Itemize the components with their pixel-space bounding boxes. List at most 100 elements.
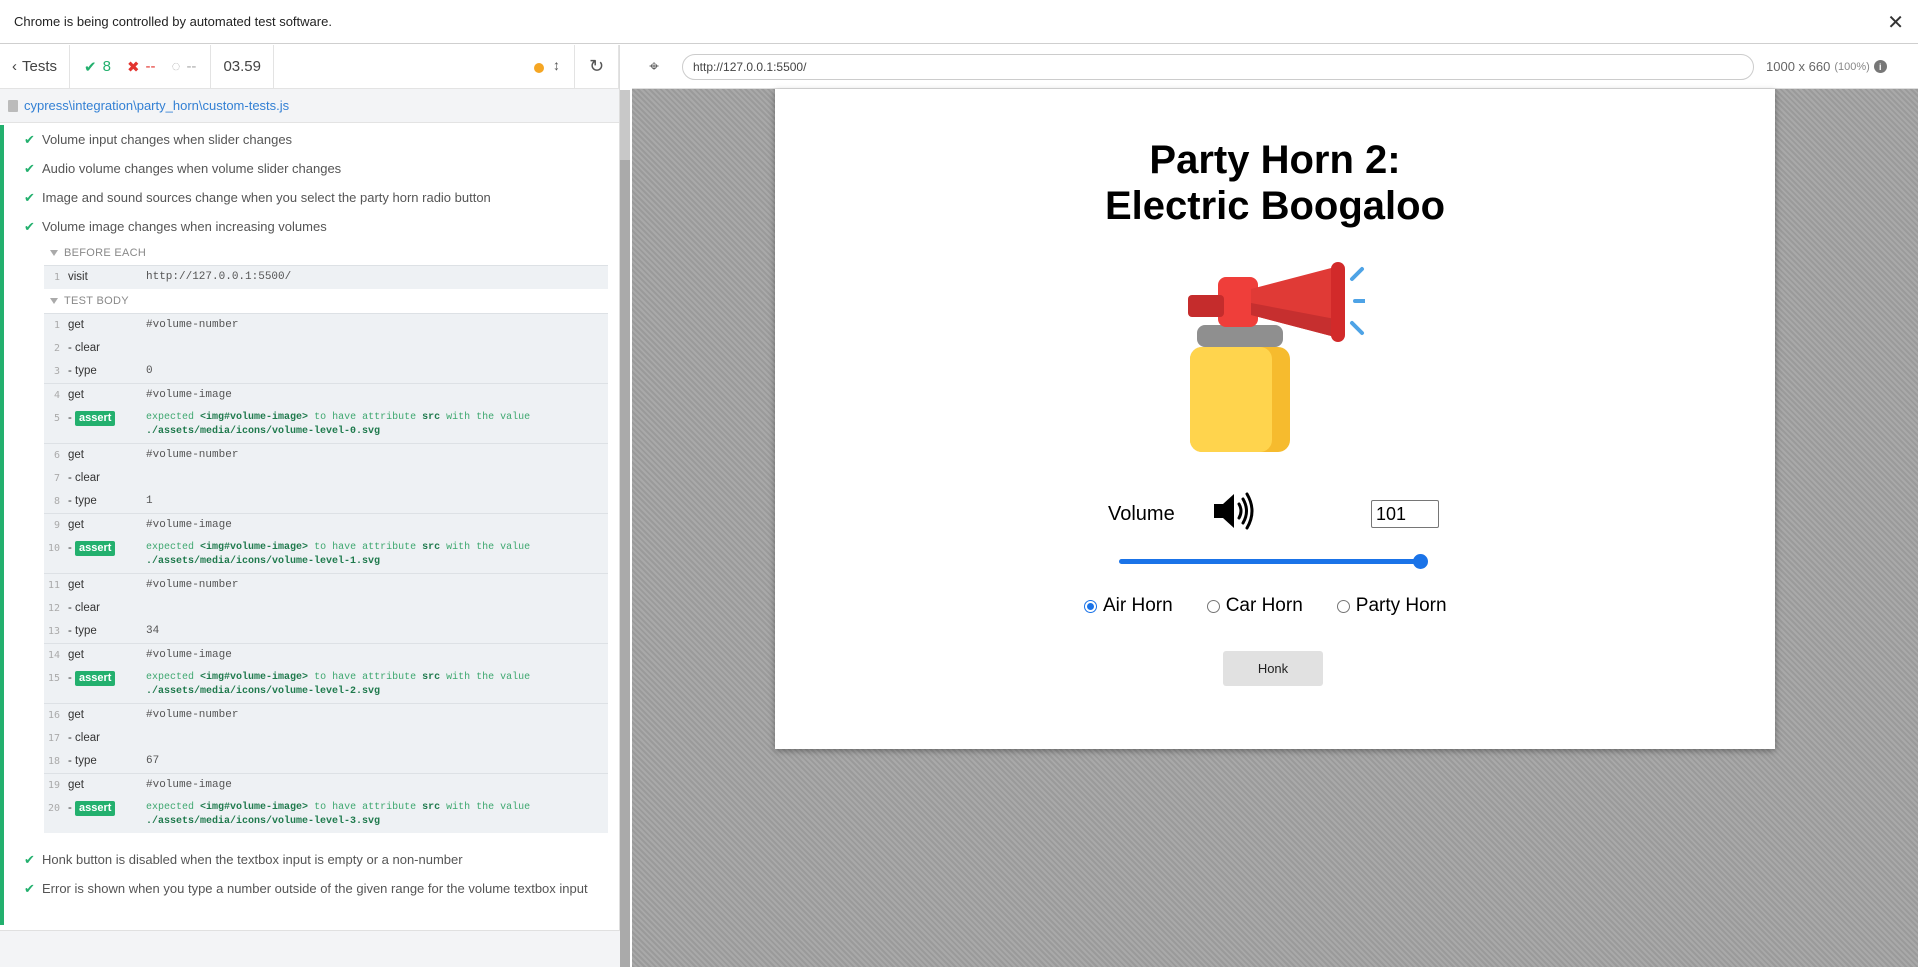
- volume-slider[interactable]: [1119, 554, 1428, 569]
- command-row[interactable]: 10 - assert expected <img#volume-image> t…: [44, 537, 608, 573]
- close-icon[interactable]: ✕: [1887, 10, 1904, 35]
- radio-party-horn[interactable]: Party Horn: [1336, 595, 1447, 617]
- test-item[interactable]: ✔ Audio volume changes when volume slider…: [6, 154, 619, 183]
- command-message: 1: [146, 495, 153, 507]
- command-row[interactable]: 12 - clear: [44, 597, 608, 620]
- failed-value: --: [145, 58, 156, 75]
- automation-banner: Chrome is being controlled by automated …: [0, 0, 1918, 44]
- command-row[interactable]: 8 - type 1: [44, 490, 608, 513]
- reload-icon[interactable]: ↻: [575, 45, 619, 88]
- assert-expected: expected: [146, 412, 195, 423]
- command-number: 13: [47, 626, 60, 637]
- command-row[interactable]: 6 get #volume-number: [44, 443, 608, 467]
- spec-file-header[interactable]: cypress\integration\party_horn\custom-te…: [0, 89, 619, 123]
- command-row[interactable]: 4 get #volume-image: [44, 383, 608, 407]
- reporter-scrollbar-thumb[interactable]: [620, 90, 630, 160]
- assert-badge: assert: [75, 541, 116, 556]
- command-row[interactable]: 11 get #volume-number: [44, 573, 608, 597]
- tests-button[interactable]: ‹ Tests: [0, 45, 71, 88]
- assert-attr: src: [422, 802, 441, 813]
- command-message: #volume-number: [146, 709, 239, 721]
- passed-count: ✔ 8: [84, 58, 111, 76]
- test-item[interactable]: ✔ Volume image changes when increasing vo…: [6, 212, 619, 241]
- command-name: - type: [68, 755, 97, 767]
- command-row[interactable]: 1 visit http://127.0.0.1:5500/: [44, 265, 608, 289]
- assert-value: ./assets/media/icons/volume-level-1.svg: [146, 556, 381, 567]
- info-icon[interactable]: i: [1873, 60, 1887, 73]
- test-title: Audio volume changes when volume slider …: [42, 161, 342, 176]
- command-name: get: [68, 389, 84, 401]
- test-body-hook[interactable]: TEST BODY: [6, 289, 619, 313]
- command-number: 2: [53, 343, 60, 354]
- command-row[interactable]: 5 - assert expected <img#volume-image> to…: [44, 407, 608, 443]
- command-row[interactable]: 17 - clear: [44, 727, 608, 750]
- spec-file-path: cypress\integration\party_horn\custom-te…: [24, 98, 290, 113]
- before-each-label: BEFORE EACH: [64, 247, 147, 259]
- horn-radio-group: Air Horn Car Horn Party Horn: [1084, 595, 1447, 617]
- command-row[interactable]: 20 - assert expected <img#volume-image> t…: [44, 797, 608, 833]
- command-message: expected <img#volume-image> to have attr…: [146, 801, 608, 829]
- url-text: http://127.0.0.1:5500/: [693, 59, 807, 74]
- selector-playground-icon[interactable]: ⌖: [632, 45, 676, 89]
- radio-button[interactable]: [1084, 599, 1097, 613]
- command-row[interactable]: 19 get #volume-image: [44, 773, 608, 797]
- volume-number-input[interactable]: [1371, 500, 1439, 528]
- radio-air-horn[interactable]: Air Horn: [1084, 595, 1173, 617]
- honk-button[interactable]: Honk: [1223, 651, 1323, 686]
- x-icon: ✖: [126, 58, 140, 76]
- command-row[interactable]: 15 - assert expected <img#volume-image> t…: [44, 667, 608, 703]
- command-name: - type: [68, 625, 97, 637]
- assert-badge: assert: [75, 801, 116, 816]
- caret-down-icon: [50, 250, 58, 256]
- command-name: - clear: [68, 602, 100, 614]
- command-message: #volume-number: [146, 449, 239, 461]
- assert-mid: to have attribute: [314, 802, 417, 813]
- command-row[interactable]: 1 get #volume-number: [44, 313, 608, 337]
- command-number: 11: [47, 580, 60, 591]
- test-item[interactable]: ✔ Error is shown when you type a number o…: [6, 874, 619, 903]
- assert-message: expected <img#volume-image> to have attr…: [146, 801, 608, 829]
- assert-message: expected <img#volume-image> to have attr…: [146, 411, 608, 439]
- assert-with: with the value: [446, 542, 531, 553]
- radio-button[interactable]: [1206, 599, 1220, 613]
- banner-text: Chrome is being controlled by automated …: [14, 14, 332, 29]
- app-frame: Party Horn 2: Electric Boogaloo Volume A…: [775, 89, 1775, 749]
- command-message: #volume-image: [146, 519, 232, 531]
- duration: 03.59: [211, 45, 274, 88]
- test-item[interactable]: ✔ Honk button is disabled when the textbo…: [6, 845, 619, 874]
- test-reporter: ‹ Tests ✔ 8 ✖ -- ◌ -- 03.59 ↕ ↻ cypress\int…: [0, 45, 620, 967]
- radio-label: Air Horn: [1103, 595, 1173, 616]
- test-title: Volume input changes when slider changes: [42, 132, 293, 147]
- test-item[interactable]: ✔ Image and sound sources change when you…: [6, 183, 619, 212]
- command-row[interactable]: 3 - type 0: [44, 360, 608, 383]
- command-message: 0: [146, 365, 153, 377]
- assert-subject: <img#volume-image>: [200, 672, 309, 683]
- resize-arrows-icon[interactable]: ↕: [553, 57, 560, 73]
- command-message: #volume-image: [146, 389, 232, 401]
- radio-car-horn[interactable]: Car Horn: [1206, 595, 1303, 617]
- command-row[interactable]: 18 - type 67: [44, 750, 608, 773]
- assert-mid: to have attribute: [314, 542, 417, 553]
- command-row[interactable]: 2 - clear: [44, 337, 608, 360]
- assert-attr: src: [422, 672, 441, 683]
- url-bar[interactable]: http://127.0.0.1:5500/: [682, 53, 1754, 80]
- command-row[interactable]: 9 get #volume-image: [44, 513, 608, 537]
- radio-button[interactable]: [1336, 599, 1350, 613]
- passed-value: 8: [102, 58, 111, 75]
- test-item[interactable]: ✔ Volume input changes when slider change…: [6, 125, 619, 154]
- command-row[interactable]: 16 get #volume-number: [44, 703, 608, 727]
- slider-thumb[interactable]: [1413, 554, 1428, 569]
- command-row[interactable]: 7 - clear: [44, 467, 608, 490]
- running-indicator-icon: [534, 63, 544, 73]
- before-each-hook[interactable]: BEFORE EACH: [6, 241, 619, 265]
- assert-message: expected <img#volume-image> to have attr…: [146, 541, 608, 569]
- command-name: - assert: [68, 541, 146, 556]
- test-title: Honk button is disabled when the textbox…: [42, 852, 463, 867]
- check-icon: ✔: [24, 132, 35, 147]
- command-row[interactable]: 14 get #volume-image: [44, 643, 608, 667]
- air-horn-image: [1188, 262, 1365, 452]
- command-row[interactable]: 13 - type 34: [44, 620, 608, 643]
- command-name: - type: [68, 495, 97, 507]
- command-number: 14: [47, 650, 60, 661]
- reporter-scrollbar[interactable]: [620, 90, 630, 967]
